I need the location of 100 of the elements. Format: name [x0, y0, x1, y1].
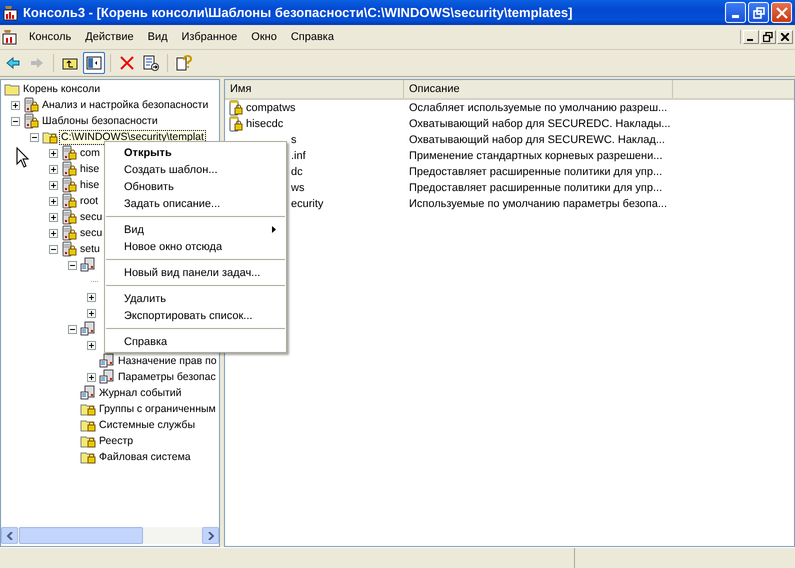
export-list-icon [143, 55, 159, 71]
locked-server-icon [61, 225, 77, 241]
folder-icon [4, 82, 20, 96]
tree-item[interactable]: Группы с ограниченным [98, 402, 217, 416]
expander-icon[interactable] [49, 180, 58, 190]
tree-item[interactable]: Назначение прав по [117, 354, 218, 368]
template-icon [228, 116, 244, 132]
context-menu-item[interactable]: Новый вид панели задач... [105, 264, 286, 281]
expander-icon[interactable] [11, 100, 20, 110]
tree-item[interactable]: Анализ и настройка безопасности [41, 98, 210, 112]
context-menu-item[interactable]: Справка [105, 333, 286, 350]
computer-icon [80, 257, 96, 273]
template-name[interactable]: compatws [246, 102, 296, 114]
context-menu-item[interactable]: Экспортировать список... [105, 307, 286, 324]
template-name[interactable]: ws [291, 182, 304, 194]
tree-item[interactable]: Системные службы [98, 418, 196, 432]
locked-server-icon [61, 161, 77, 177]
horizontal-scrollbar[interactable] [1, 527, 219, 544]
tree-item[interactable]: secu [79, 210, 104, 224]
tree-item[interactable]: Шаблоны безопасности [41, 114, 159, 128]
computer-icon [99, 369, 115, 385]
expander-icon[interactable] [49, 244, 58, 254]
tree-item[interactable]: hise [79, 178, 100, 192]
template-name[interactable]: dc [291, 166, 303, 178]
expander-icon[interactable] [87, 340, 96, 350]
template-name[interactable]: .inf [291, 150, 306, 162]
scroll-thumb[interactable] [19, 527, 143, 544]
template-description: Охватывающий набор для SECUREDC. Наклады... [408, 118, 672, 130]
expander-icon[interactable] [30, 132, 39, 142]
tree-item[interactable]: Журнал событий [98, 386, 183, 400]
close-button[interactable] [777, 30, 793, 44]
template-description: Предоставляет расширенные политики для упр... [408, 182, 664, 194]
expander-icon[interactable] [49, 164, 58, 174]
window-title: Консоль3 - [Корень консоли\Шаблоны безопасности\C:\WINDOWS\security\templates] [23, 5, 574, 20]
locked-server-icon [61, 209, 77, 225]
context-menu-item[interactable]: Удалить [105, 290, 286, 307]
locked-server-icon [61, 145, 77, 161]
close-icon [781, 33, 789, 41]
expander-icon[interactable] [68, 324, 77, 334]
template-description: Охватывающий набор для SECUREWC. Наклад... [408, 134, 666, 146]
tree-item[interactable]: hise [79, 162, 100, 176]
expander-icon[interactable] [68, 260, 77, 270]
menu-item[interactable]: Окно [244, 29, 284, 45]
expander-icon[interactable] [87, 292, 96, 302]
context-menu-item[interactable]: Новое окно отсюда [105, 238, 286, 255]
menu-item[interactable]: Справка [284, 29, 341, 45]
expander-icon[interactable] [87, 372, 96, 382]
restore-icon [752, 6, 764, 18]
context-menu-item[interactable]: Обновить [105, 178, 286, 195]
context-menu-item[interactable]: Создать шаблон... [105, 161, 286, 178]
tree-item[interactable]: setu [79, 242, 101, 256]
column-header[interactable]: Имя [225, 80, 404, 98]
tree-item[interactable]: Файловая система [98, 450, 192, 464]
submenu-arrow-icon [272, 226, 276, 233]
restore-button[interactable] [748, 2, 769, 23]
template-icon [228, 100, 244, 116]
tree-item[interactable]: Реестр [98, 434, 134, 448]
template-description: Применение стандартных корневых разрешени... [408, 150, 664, 162]
tree-item[interactable]: secu [79, 226, 104, 240]
tree-item[interactable]: com [79, 146, 101, 160]
column-header[interactable]: Описание [404, 80, 673, 98]
locked-server-icon [23, 97, 39, 113]
menu-item[interactable]: Избранное [174, 29, 244, 45]
menu-item[interactable]: Консоль [22, 29, 78, 45]
scroll-right-button[interactable] [202, 527, 219, 544]
locked-server-icon [23, 113, 39, 129]
expander-icon[interactable] [49, 228, 58, 238]
template-name[interactable]: hisecdc [246, 118, 284, 130]
help-icon [176, 55, 192, 71]
restore-button[interactable] [760, 30, 776, 44]
template-name[interactable]: ecurity [291, 198, 324, 210]
scroll-left-button[interactable] [1, 527, 18, 544]
mouse-pointer-icon [16, 147, 29, 168]
computer-icon [80, 385, 96, 401]
locked-server-icon [61, 193, 77, 209]
computer-icon [80, 321, 96, 337]
minimize-button[interactable] [725, 2, 746, 23]
tree-item[interactable]: Параметры безопас [117, 370, 217, 384]
expander-icon[interactable] [49, 212, 58, 222]
context-menu-item[interactable]: Задать описание... [105, 195, 286, 212]
template-description: Ослабляет используемые по умолчанию разреш... [408, 102, 668, 114]
expander-icon[interactable] [87, 308, 96, 318]
context-menu-item[interactable]: Открыть [105, 144, 286, 161]
app-icon [3, 4, 19, 20]
menu-item[interactable]: Вид [140, 29, 175, 45]
pane-icon [86, 55, 102, 71]
menu-item[interactable]: Действие [78, 29, 141, 45]
expander-icon[interactable] [11, 116, 20, 126]
show-tree-button[interactable] [83, 52, 105, 74]
locked-server-icon [61, 241, 77, 257]
expander-icon[interactable] [49, 196, 58, 206]
template-description: Предоставляет расширенные политики для упр... [408, 166, 664, 178]
template-name[interactable]: s [291, 134, 296, 146]
context-menu-item[interactable]: Вид [105, 221, 286, 238]
close-icon [776, 6, 788, 18]
tree-item[interactable]: root [79, 194, 100, 208]
minimize-button[interactable] [743, 30, 759, 44]
tree-item[interactable]: Корень консоли [22, 82, 102, 96]
forward-arrow-icon [29, 55, 45, 71]
expander-icon[interactable] [49, 148, 58, 158]
